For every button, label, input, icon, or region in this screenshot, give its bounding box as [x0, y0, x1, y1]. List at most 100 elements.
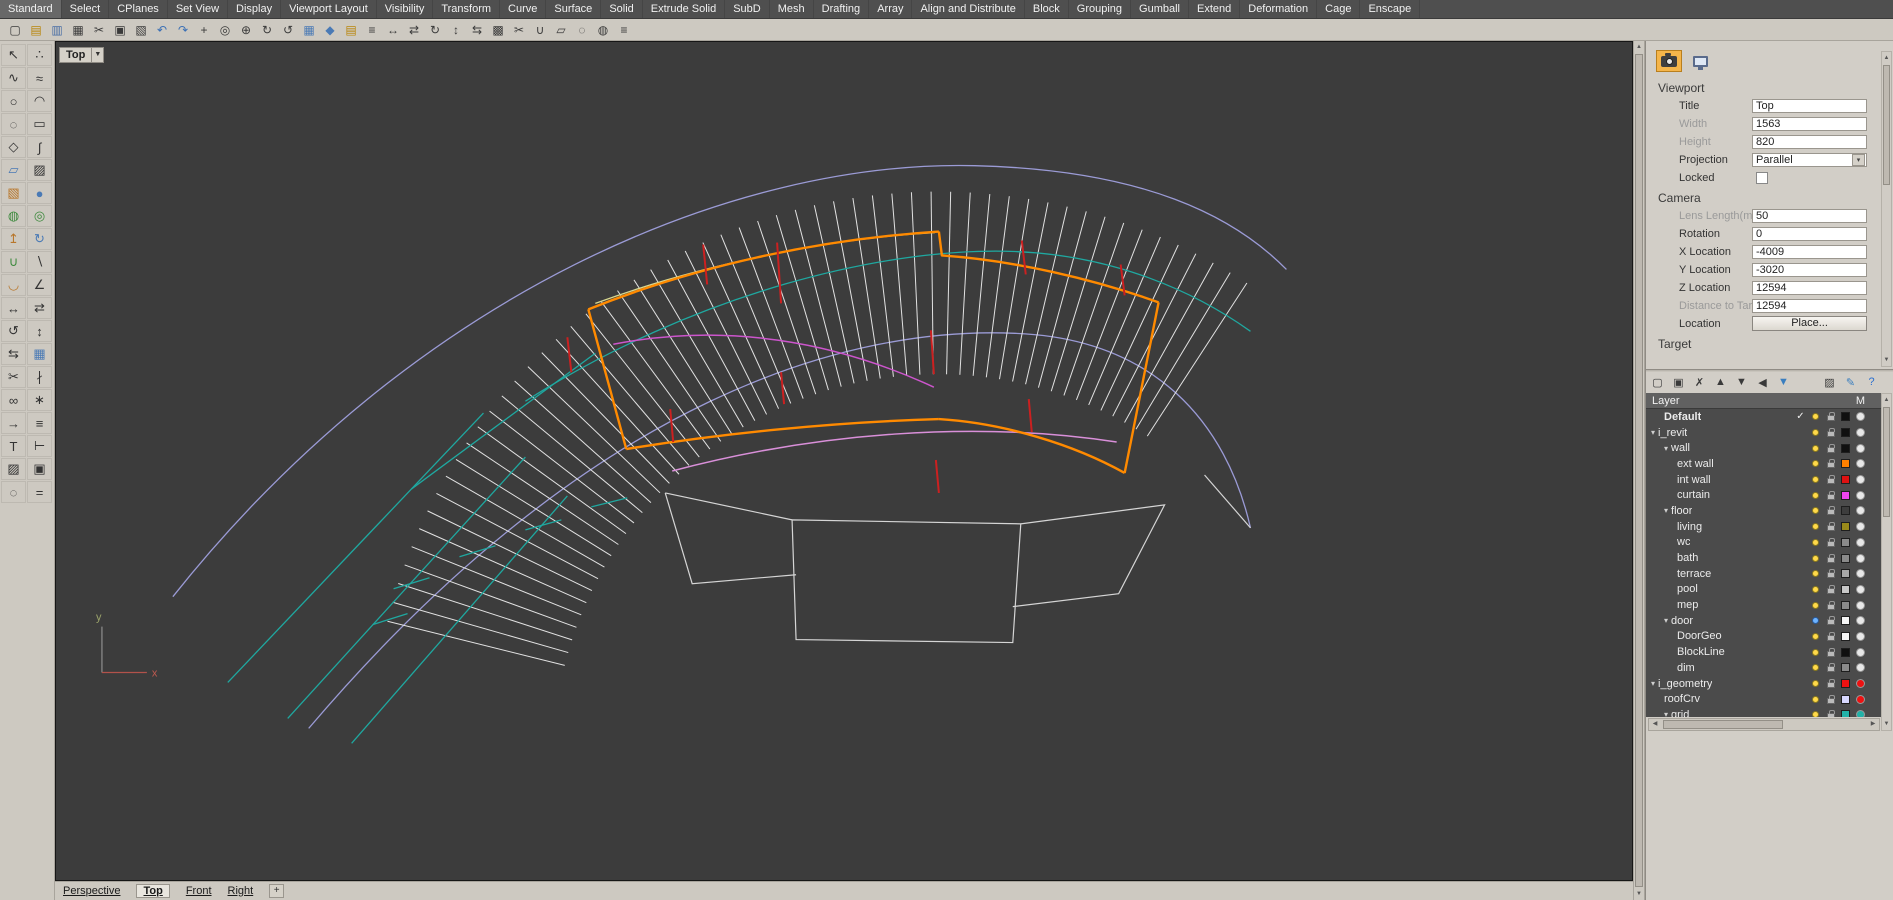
- prop-value-projection[interactable]: Parallel ▾: [1751, 152, 1867, 167]
- layer-row-int-wall[interactable]: int wall: [1646, 472, 1881, 488]
- layers-horizontal-scrollbar[interactable]: ◀ ▶: [1648, 718, 1880, 731]
- layer-visibility-toggle[interactable]: [1808, 522, 1823, 531]
- save-file-icon[interactable]: ▥: [47, 21, 67, 39]
- layer-color-swatch[interactable]: [1838, 600, 1853, 610]
- layer-color-swatch[interactable]: [1838, 710, 1853, 717]
- split-tool[interactable]: ∤: [27, 366, 52, 388]
- delete-layer-icon[interactable]: ✗: [1692, 376, 1707, 389]
- layer-color-swatch[interactable]: [1838, 647, 1853, 657]
- layer-row-living[interactable]: living: [1646, 519, 1881, 535]
- ellipse-tool[interactable]: ◌: [1, 113, 26, 135]
- viewport-top[interactable]: Top ▼ y x: [55, 41, 1633, 881]
- move-layer-up-icon[interactable]: ▲: [1713, 376, 1728, 388]
- scrollbar-thumb[interactable]: [1635, 54, 1643, 887]
- layer-material-cell[interactable]: [1853, 490, 1868, 500]
- layer-visibility-toggle[interactable]: [1808, 444, 1823, 453]
- paste-icon[interactable]: ▧: [131, 21, 151, 39]
- arc-tool[interactable]: ◠: [27, 90, 52, 112]
- layer-lock-toggle[interactable]: [1823, 616, 1838, 626]
- control-curve-tool[interactable]: ≈: [27, 67, 52, 89]
- rotate-object-icon[interactable]: ↻: [425, 21, 445, 39]
- patch-tool[interactable]: ▨: [27, 159, 52, 181]
- layer-tools-icon[interactable]: ✎: [1843, 376, 1858, 389]
- properties-icon[interactable]: ≡: [614, 21, 634, 39]
- prop-value-height[interactable]: 820: [1751, 134, 1867, 149]
- rectangle-tool[interactable]: ▭: [27, 113, 52, 135]
- viewport-scrollbar[interactable]: ▲ ▼: [1633, 41, 1645, 900]
- layer-lock-toggle[interactable]: [1823, 537, 1838, 547]
- layer-visibility-toggle[interactable]: [1808, 632, 1823, 641]
- layer-color-swatch[interactable]: [1838, 459, 1853, 469]
- layer-row-floor[interactable]: ▾ floor: [1646, 503, 1881, 519]
- menu-item-grouping[interactable]: Grouping: [1069, 0, 1132, 18]
- filter-layers-icon[interactable]: ▼: [1776, 376, 1791, 388]
- new-layer-icon[interactable]: ▢: [1650, 376, 1665, 389]
- layer-lock-toggle[interactable]: [1823, 475, 1838, 485]
- layer-lock-toggle[interactable]: [1823, 600, 1838, 610]
- prop-value-lens-length-m[interactable]: 50: [1751, 208, 1867, 223]
- layer-lock-toggle[interactable]: [1823, 459, 1838, 469]
- chevron-down-icon[interactable]: ▾: [1651, 428, 1655, 437]
- trim-tool[interactable]: ✂: [1, 366, 26, 388]
- layer-color-swatch[interactable]: [1838, 506, 1853, 516]
- layer-color-swatch[interactable]: [1838, 663, 1853, 673]
- layer-material-cell[interactable]: [1853, 459, 1868, 469]
- prop-value-width[interactable]: 1563: [1751, 116, 1867, 131]
- block-tool[interactable]: ▣: [27, 458, 52, 480]
- scroll-up-icon[interactable]: ▲: [1634, 41, 1644, 53]
- view-tab-front[interactable]: Front: [186, 885, 212, 897]
- layer-visibility-toggle[interactable]: [1808, 695, 1823, 704]
- collapse-all-icon[interactable]: ◀: [1755, 376, 1770, 389]
- layer-color-swatch[interactable]: [1838, 443, 1853, 453]
- layer-row-grid[interactable]: ▾ grid: [1646, 707, 1881, 717]
- scrollbar-thumb[interactable]: [1883, 407, 1890, 517]
- extrude-tool[interactable]: ↥: [1, 228, 26, 250]
- hatch-tool[interactable]: ▨: [1, 458, 26, 480]
- menu-item-transform[interactable]: Transform: [433, 0, 501, 18]
- prop-button-location[interactable]: Place...: [1752, 316, 1867, 331]
- fillet-tool[interactable]: ◡: [1, 274, 26, 296]
- layer-color-swatch[interactable]: [1838, 553, 1853, 563]
- properties-scrollbar[interactable]: ▲ ▼: [1881, 51, 1892, 367]
- scrollbar-thumb[interactable]: [1883, 65, 1890, 185]
- menu-item-solid[interactable]: Solid: [601, 0, 643, 18]
- menu-item-set-view[interactable]: Set View: [168, 0, 229, 18]
- view-tab-top[interactable]: Top: [136, 884, 170, 898]
- layers-scrollbar[interactable]: ▲ ▼: [1881, 393, 1892, 731]
- layer-material-cell[interactable]: [1853, 506, 1868, 516]
- cylinder-tool[interactable]: ◍: [1, 205, 26, 227]
- layer-color-swatch[interactable]: [1838, 679, 1853, 689]
- layer-lock-toggle[interactable]: [1823, 569, 1838, 579]
- layer-visibility-toggle[interactable]: [1808, 710, 1823, 717]
- viewport-title-dropdown[interactable]: ▼: [92, 47, 105, 63]
- layer-row-wc[interactable]: wc: [1646, 535, 1881, 551]
- layer-lock-toggle[interactable]: [1823, 443, 1838, 453]
- prop-value-distance-to-tar[interactable]: 12594: [1751, 298, 1867, 313]
- layer-row-terrace[interactable]: terrace: [1646, 566, 1881, 582]
- revolve-tool[interactable]: ↻: [27, 228, 52, 250]
- scroll-down-icon[interactable]: ▼: [1634, 888, 1644, 900]
- layer-color-swatch[interactable]: [1838, 411, 1853, 422]
- trim-icon[interactable]: ✂: [509, 21, 529, 39]
- point-select-tool[interactable]: ∴: [27, 44, 52, 66]
- select-tool[interactable]: ↖: [1, 44, 26, 66]
- grid-snap-icon[interactable]: ▦: [299, 21, 319, 39]
- prop-value-z-location[interactable]: 12594: [1751, 280, 1867, 295]
- box-tool[interactable]: ▧: [1, 182, 26, 204]
- layer-lock-toggle[interactable]: [1823, 584, 1838, 594]
- layer-material-cell[interactable]: [1853, 631, 1868, 641]
- open-file-icon[interactable]: ▤: [26, 21, 46, 39]
- layer-lock-toggle[interactable]: [1823, 710, 1838, 717]
- layer-color-swatch[interactable]: [1838, 428, 1853, 438]
- layer-visibility-toggle[interactable]: [1808, 475, 1823, 484]
- dimension-tool[interactable]: ⊢: [27, 435, 52, 457]
- menu-item-curve[interactable]: Curve: [500, 0, 547, 18]
- sphere-tool[interactable]: ●: [27, 182, 52, 204]
- menu-item-display[interactable]: Display: [228, 0, 282, 18]
- zoom-window-icon[interactable]: ◎: [215, 21, 235, 39]
- layer-row-dim[interactable]: dim: [1646, 660, 1881, 676]
- menu-item-drafting[interactable]: Drafting: [814, 0, 870, 18]
- layer-color-swatch[interactable]: [1838, 631, 1853, 641]
- new-viewport-tab[interactable]: +: [269, 884, 285, 898]
- layer-color-swatch[interactable]: [1838, 537, 1853, 547]
